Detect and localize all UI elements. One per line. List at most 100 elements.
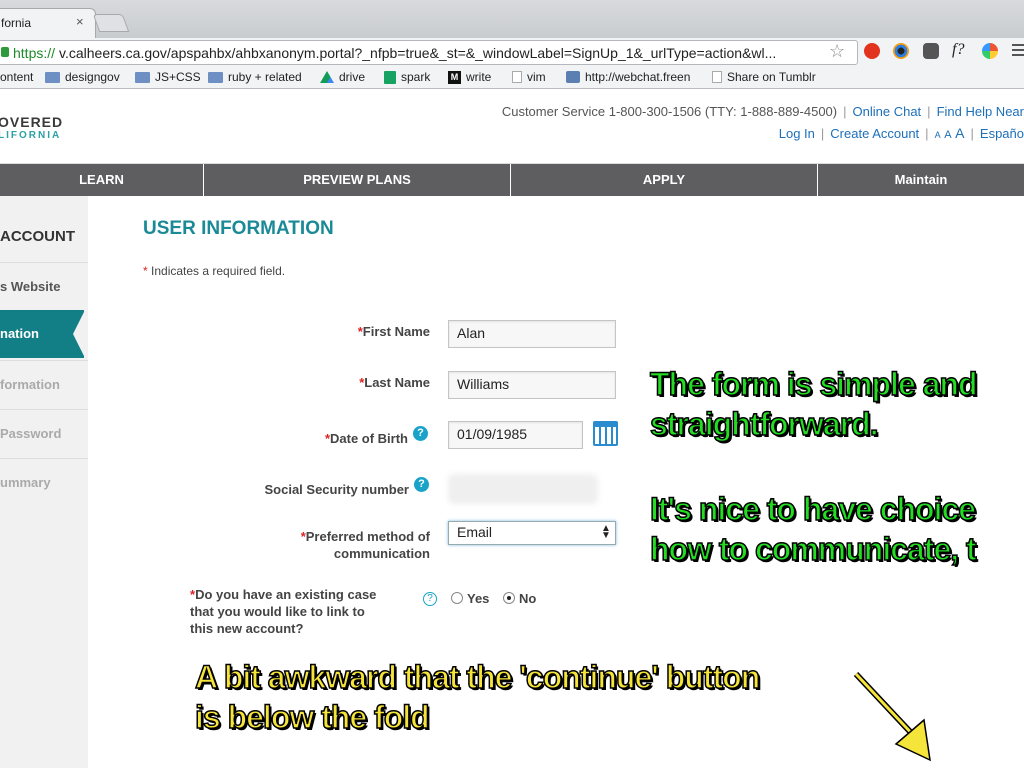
radio-yes-label[interactable]: Yes bbox=[467, 591, 489, 606]
first-name-label: *First Name bbox=[358, 324, 430, 339]
customer-service-bar: Customer Service 1-800-300-1506 (TTY: 1-… bbox=[501, 104, 1024, 119]
radio-no[interactable] bbox=[503, 592, 515, 604]
bookmark-label: ruby + related bbox=[228, 70, 302, 84]
required-note: * Indicates a required field. bbox=[143, 264, 285, 278]
folder-icon bbox=[208, 71, 223, 83]
bookmark-item[interactable]: Mwrite bbox=[448, 70, 491, 84]
online-chat-link[interactable]: Online Chat bbox=[853, 104, 922, 119]
sidebar: ACCOUNT s Website formation Password umm… bbox=[0, 196, 88, 768]
sidebar-item-website[interactable]: s Website bbox=[0, 262, 88, 311]
bookmark-item[interactable]: drive bbox=[320, 70, 365, 84]
page-title: USER INFORMATION bbox=[143, 218, 334, 239]
address-bar[interactable]: https:// v.calheers.ca.gov/apspahbx/ahbx… bbox=[0, 40, 858, 65]
bookmark-item[interactable]: vim bbox=[512, 70, 546, 84]
bookmark-item[interactable]: ontent bbox=[0, 70, 33, 84]
label-text: Last Name bbox=[364, 375, 430, 390]
sidebar-item-user-information-active[interactable]: nation bbox=[0, 310, 85, 358]
dob-input[interactable]: 01/09/1985 bbox=[448, 421, 583, 449]
ssn-input-redacted[interactable] bbox=[448, 474, 598, 504]
label-text: Date of Birth bbox=[330, 431, 408, 446]
bookmarks-bar: ontent designgov JS+CSS ruby + related d… bbox=[0, 67, 1024, 89]
nav-preview-plans[interactable]: PREVIEW PLANS bbox=[204, 164, 511, 196]
label-text: Preferred method of bbox=[305, 529, 430, 544]
tab-title: fornia bbox=[1, 16, 32, 30]
folder-icon bbox=[45, 71, 60, 83]
radio-yes[interactable] bbox=[451, 592, 463, 604]
pocket-extension-icon[interactable] bbox=[923, 43, 939, 59]
account-links-bar: Log In | Create Account | A A A | Españo bbox=[778, 125, 1024, 141]
font-size-controls: A A A bbox=[935, 125, 965, 141]
logo-wordmark[interactable]: OVERED bbox=[0, 114, 63, 130]
lock-icon bbox=[1, 47, 9, 57]
page-icon bbox=[512, 71, 522, 83]
sidebar-item-summary[interactable]: ummary bbox=[0, 458, 88, 507]
preferred-method-label-line2: communication bbox=[333, 546, 430, 561]
browser-tab[interactable]: fornia × bbox=[0, 8, 96, 38]
ssn-label: Social Security number bbox=[264, 482, 410, 497]
color-picker-extension-icon[interactable] bbox=[982, 43, 998, 59]
bookmark-item[interactable]: spark bbox=[384, 70, 430, 84]
bookmark-item[interactable]: JS+CSS bbox=[135, 70, 201, 84]
annotation-line: A bit awkward that the 'continue' button bbox=[194, 658, 761, 696]
annotation-line: how to communicate, t bbox=[649, 530, 977, 568]
bookmark-item[interactable]: ruby + related bbox=[208, 70, 302, 84]
colorzilla-extension-icon[interactable] bbox=[893, 43, 909, 59]
log-in-link[interactable]: Log In bbox=[779, 126, 815, 141]
customer-service-text: Customer Service 1-800-300-1506 (TTY: 1-… bbox=[501, 104, 838, 119]
annotation-line: It's nice to have choice bbox=[649, 490, 977, 528]
radio-no-label[interactable]: No bbox=[519, 591, 536, 606]
font-finder-extension-icon[interactable]: f? bbox=[952, 41, 964, 59]
bookmark-label: http://webchat.freen bbox=[585, 70, 691, 84]
sidebar-item-formation[interactable]: formation bbox=[0, 360, 88, 409]
question-text: Do you have an existing case that you wo… bbox=[190, 587, 377, 636]
url-protocol: https:// bbox=[13, 45, 56, 61]
adblock-extension-icon[interactable] bbox=[864, 43, 880, 59]
browser-menu-icon[interactable] bbox=[1012, 44, 1024, 58]
ssn-help-icon[interactable]: ? bbox=[414, 477, 429, 492]
preferred-method-select[interactable]: Email bbox=[448, 521, 616, 545]
calendar-icon[interactable] bbox=[593, 421, 618, 446]
bookmark-label: Share on Tumblr bbox=[727, 70, 816, 84]
logo-subtext: LIFORNIA bbox=[0, 130, 62, 141]
spreadsheet-icon bbox=[384, 70, 396, 84]
nav-maintain[interactable]: Maintain bbox=[818, 164, 1024, 196]
sidebar-title: ACCOUNT bbox=[0, 228, 75, 245]
nav-apply[interactable]: APPLY bbox=[511, 164, 818, 196]
bookmark-label: vim bbox=[527, 70, 546, 84]
existing-case-help-icon[interactable]: ? bbox=[423, 592, 437, 606]
create-account-link[interactable]: Create Account bbox=[830, 126, 919, 141]
dob-help-icon[interactable]: ? bbox=[413, 426, 428, 441]
bookmark-item[interactable]: http://webchat.freen bbox=[566, 70, 690, 84]
required-note-text: Indicates a required field. bbox=[147, 264, 286, 278]
medium-icon: M bbox=[448, 70, 461, 84]
bookmark-item[interactable]: designgov bbox=[45, 70, 120, 84]
browser-tabstrip: fornia × bbox=[0, 0, 1024, 38]
existing-case-question: *Do you have an existing case that you w… bbox=[190, 586, 390, 637]
bookmark-star-icon[interactable]: ☆ bbox=[829, 41, 845, 62]
label-text: First Name bbox=[362, 324, 430, 339]
page-icon bbox=[712, 71, 722, 83]
font-small-button[interactable]: A bbox=[935, 130, 941, 140]
tab-close-icon[interactable]: × bbox=[76, 14, 84, 29]
font-large-button[interactable]: A bbox=[955, 125, 964, 141]
find-help-link[interactable]: Find Help Near bbox=[937, 104, 1024, 119]
nav-learn[interactable]: LEARN bbox=[0, 164, 204, 196]
select-arrows-icon: ▲ ▼ bbox=[601, 523, 611, 541]
first-name-input[interactable]: Alan bbox=[448, 320, 616, 348]
espanol-link[interactable]: Españo bbox=[980, 126, 1024, 141]
preferred-method-label: *Preferred method of bbox=[301, 528, 430, 545]
bookmark-label: ontent bbox=[0, 70, 34, 84]
bookmark-label: write bbox=[466, 70, 492, 84]
chat-icon bbox=[566, 71, 580, 83]
bookmark-item[interactable]: Share on Tumblr bbox=[712, 70, 816, 84]
drive-icon bbox=[320, 71, 334, 83]
annotation-line: is below the fold bbox=[194, 698, 430, 736]
folder-icon bbox=[135, 71, 150, 83]
sidebar-item-password[interactable]: Password bbox=[0, 409, 88, 458]
new-tab-button[interactable] bbox=[92, 14, 130, 32]
annotation-continue-below-fold: A bit awkward that the 'continue' button… bbox=[194, 657, 761, 737]
url-text: v.calheers.ca.gov/apspahbx/ahbxanonym.po… bbox=[59, 45, 777, 61]
last-name-label: *Last Name bbox=[359, 375, 430, 390]
last-name-input[interactable]: Williams bbox=[448, 371, 616, 399]
font-medium-button[interactable]: A bbox=[944, 129, 951, 141]
